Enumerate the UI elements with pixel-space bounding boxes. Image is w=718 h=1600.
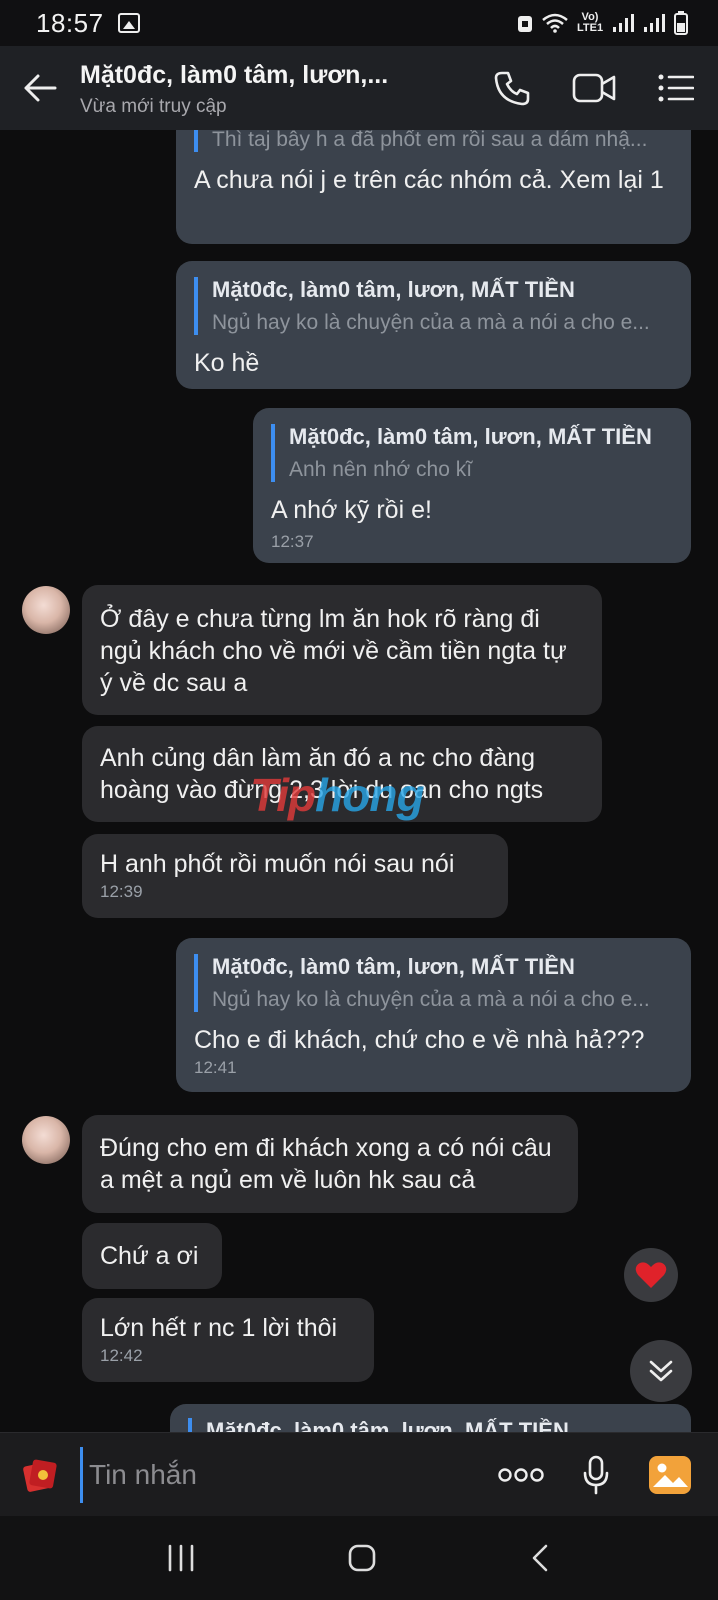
message-bubble-outgoing[interactable]: Thì taj bây h a đã phốt em rồi sau a dám… xyxy=(176,130,691,244)
quoted-text: Thì taj bây h a đã phốt em rồi sau a dám… xyxy=(212,130,648,151)
message-text: Chứ a ơi xyxy=(100,1242,199,1270)
gallery-notification-icon xyxy=(117,13,140,33)
message-time: 12:41 xyxy=(194,1058,237,1077)
message-text: Ở đây e chưa từng lm ăn hok rõ ràng đi n… xyxy=(100,605,567,697)
heart-icon xyxy=(635,1262,667,1288)
message-text: Cho e đi khách, chứ cho e về nhà hả??? xyxy=(194,1026,645,1054)
home-icon[interactable] xyxy=(347,1543,377,1573)
arrow-left-icon xyxy=(24,74,57,102)
back-button[interactable] xyxy=(0,46,80,130)
gift-button[interactable] xyxy=(0,1433,80,1517)
quoted-author: Mặt0đc, làm0 tâm, lươn, MẤT TIỀN xyxy=(289,424,652,449)
chat-title-block[interactable]: Mặt0đc, làm0 tâm, lươn,... Vừa mới truy … xyxy=(80,59,494,118)
status-bar: 18:57 Vo) LTE1 xyxy=(0,0,718,46)
message-bubble-outgoing[interactable]: Mặt0đc, làm0 tâm, lươn, MẤT TIỀN Ngủ hay… xyxy=(176,261,691,389)
message-list[interactable]: Thì taj bây h a đã phốt em rồi sau a dám… xyxy=(0,130,718,1432)
quoted-message[interactable]: Thì taj bây h a đã phốt em rồi sau a dám… xyxy=(194,130,673,152)
quoted-author: Mặt0đc, làm0 tâm, lươn, MẤT TIỀN xyxy=(212,277,575,302)
message-text: Lớn hết r nc 1 lời thôi xyxy=(100,1314,338,1342)
chevron-double-down-icon xyxy=(649,1360,673,1382)
quoted-author: Mặt0đc, làm0 tâm, lươn, MẤT TIỀN xyxy=(212,954,575,979)
quoted-message[interactable]: Mặt0đc, làm0 tâm, lươn, MẤT TIỀN Ngủ hay… xyxy=(194,277,673,335)
chat-header: Mặt0đc, làm0 tâm, lươn,... Vừa mới truy … xyxy=(0,46,718,130)
message-bubble-incoming[interactable]: Chứ a ơi xyxy=(82,1223,222,1289)
quoted-author: Mặt0đc, làm0 tâm, lươn, MẤT TIỀN xyxy=(206,1418,569,1432)
message-text: H anh phốt rồi muốn nói sau nói xyxy=(100,850,455,878)
quoted-text: Ngủ hay ko là chuyện của a mà a nói a ch… xyxy=(212,988,650,1011)
header-actions xyxy=(494,70,718,106)
battery-icon xyxy=(674,11,688,35)
chat-title: Mặt0đc, làm0 tâm, lươn,... xyxy=(80,60,389,89)
signal-icon xyxy=(644,14,665,32)
wifi-icon xyxy=(542,13,568,33)
message-bubble-incoming[interactable]: Lớn hết r nc 1 lời thôi 12:42 xyxy=(82,1298,374,1382)
message-time: 12:37 xyxy=(271,532,314,551)
network-label: Vo) LTE1 xyxy=(577,11,604,34)
message-bubble-incoming[interactable]: Ở đây e chưa từng lm ăn hok rõ ràng đi n… xyxy=(82,585,602,715)
message-bubble-outgoing[interactable]: Mặt0đc, làm0 tâm, lươn, MẤT TIỀN Ngủ hay… xyxy=(176,938,691,1092)
lock-icon xyxy=(518,16,532,32)
message-text: Đúng cho em đi khách xong a có nói câu a… xyxy=(100,1134,552,1194)
message-text: A nhớ kỹ rồi e! xyxy=(271,496,432,524)
phone-icon[interactable] xyxy=(494,70,530,106)
signal-icon xyxy=(613,14,634,32)
message-composer xyxy=(0,1432,718,1516)
status-time: 18:57 xyxy=(36,7,104,38)
red-envelope-icon xyxy=(23,1459,57,1492)
message-bubble-incoming[interactable]: H anh phốt rồi muốn nói sau nói 12:39 xyxy=(82,834,508,918)
avatar[interactable] xyxy=(22,586,70,634)
menu-icon[interactable] xyxy=(658,74,694,102)
message-time: 12:39 xyxy=(100,882,143,901)
video-icon[interactable] xyxy=(572,72,616,104)
more-options-icon[interactable] xyxy=(498,1467,544,1483)
message-input[interactable] xyxy=(80,1446,498,1503)
quoted-message[interactable]: Mặt0đc, làm0 tâm, lươn, MẤT TIỀN Ngủ hay… xyxy=(194,954,673,1012)
watermark: Tiphong xyxy=(250,769,425,821)
composer-actions xyxy=(498,1455,718,1495)
message-bubble-incoming[interactable]: Đúng cho em đi khách xong a có nói câu a… xyxy=(82,1115,578,1213)
message-text: Ko hề xyxy=(194,349,260,377)
back-nav-icon[interactable] xyxy=(528,1543,552,1573)
scroll-to-bottom-button[interactable] xyxy=(630,1340,692,1402)
quoted-text: Anh nên nhớ cho kĩ xyxy=(289,458,473,481)
message-bubble-outgoing[interactable]: Mặt0đc, làm0 tâm, lươn, MẤT TIỀN xyxy=(170,1404,691,1432)
avatar[interactable] xyxy=(22,1116,70,1164)
quoted-text: Ngủ hay ko là chuyện của a mà a nói a ch… xyxy=(212,311,650,334)
message-text: A chưa nói j e trên các nhóm cả. Xem lại… xyxy=(194,166,664,194)
quoted-message[interactable]: Mặt0đc, làm0 tâm, lươn, MẤT TIỀN xyxy=(188,1418,673,1432)
gallery-icon[interactable] xyxy=(648,1455,692,1495)
system-nav-bar xyxy=(0,1516,718,1600)
recent-apps-icon[interactable] xyxy=(166,1544,196,1572)
chat-status: Vừa mới truy cập xyxy=(80,95,227,117)
microphone-icon[interactable] xyxy=(582,1455,610,1495)
message-time: 12:42 xyxy=(100,1346,143,1365)
message-bubble-outgoing[interactable]: Mặt0đc, làm0 tâm, lươn, MẤT TIỀN Anh nên… xyxy=(253,408,691,563)
reaction-button[interactable] xyxy=(624,1248,678,1302)
status-indicators: Vo) LTE1 xyxy=(517,11,688,35)
quoted-message[interactable]: Mặt0đc, làm0 tâm, lươn, MẤT TIỀN Anh nên… xyxy=(271,424,673,482)
